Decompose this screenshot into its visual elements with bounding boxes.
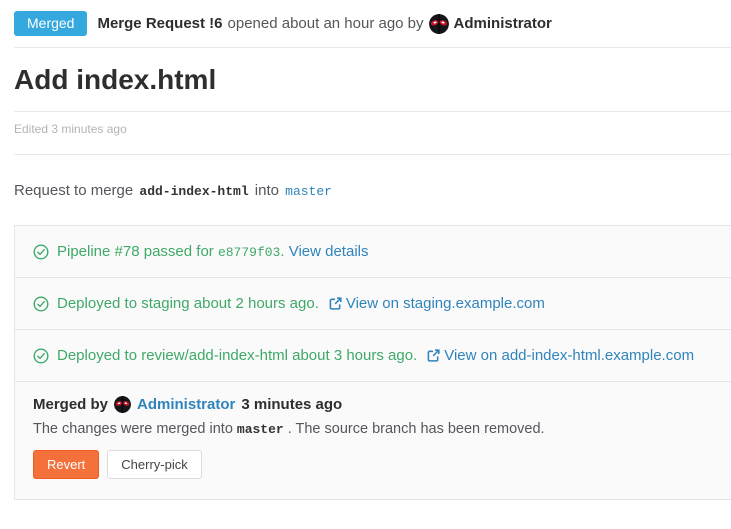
revert-button[interactable]: Revert (33, 450, 99, 479)
request-prefix: Request to merge (14, 182, 133, 199)
author-avatar-icon[interactable] (429, 14, 449, 34)
deploy-row-staging: Deployed to staging about 2 hours ago. V… (15, 278, 731, 330)
pipeline-sha: e8779f03 (218, 245, 280, 260)
cherry-pick-button[interactable]: Cherry-pick (107, 450, 201, 479)
pipeline-status-row: Pipeline #78 passed for e8779f03. View d… (15, 226, 731, 278)
author-name-link[interactable]: Administrator (454, 15, 552, 32)
mr-widget: Pipeline #78 passed for e8779f03. View d… (14, 225, 731, 500)
merged-time: 3 minutes ago (241, 396, 342, 413)
header-divider (14, 47, 731, 48)
external-link-icon (329, 297, 342, 310)
check-circle-icon (33, 296, 49, 312)
merge-request-page: Merged Merge Request !6 opened about an … (0, 0, 731, 500)
merged-body-text: The changes were merged intomaster. The … (33, 421, 713, 437)
mr-title: Add index.html (14, 63, 731, 97)
edited-divider (14, 154, 731, 155)
merged-by-line: Merged by Administrator 3 minutes ago (33, 396, 713, 413)
view-details-link[interactable]: View details (289, 243, 369, 260)
check-circle-icon (33, 244, 49, 260)
title-divider (14, 111, 731, 112)
opened-text: opened about an hour ago by (228, 15, 424, 32)
source-branch: add-index-html (139, 184, 248, 199)
check-circle-icon (33, 348, 49, 364)
into-text: into (255, 182, 279, 199)
merger-name-link[interactable]: Administrator (137, 396, 235, 413)
mr-header-text: Merge Request !6 opened about an hour ag… (97, 14, 551, 34)
mr-reference: Merge Request !6 (97, 15, 222, 32)
external-link-icon (427, 349, 440, 362)
merged-target-branch: master (237, 422, 284, 437)
edited-note: Edited 3 minutes ago (14, 122, 731, 136)
merged-actions: Revert Cherry-pick (33, 450, 713, 479)
request-to-merge-line: Request to merge add-index-html into mas… (14, 182, 731, 199)
view-environment-link[interactable]: View on add-index-html.example.com (444, 347, 694, 364)
pipeline-text: Pipeline #78 passed for e8779f03. View d… (57, 243, 369, 260)
merged-by-prefix: Merged by (33, 396, 108, 413)
status-badge: Merged (14, 11, 87, 36)
deploy-row-review: Deployed to review/add-index-html about … (15, 330, 731, 382)
mr-state-header: Merged Merge Request !6 opened about an … (14, 10, 731, 37)
target-branch-link[interactable]: master (285, 184, 332, 199)
view-environment-link[interactable]: View on staging.example.com (346, 295, 545, 312)
merger-avatar-icon[interactable] (114, 396, 131, 413)
merged-by-section: Merged by Administrator 3 minutes ago Th… (15, 382, 731, 499)
deploy-text: Deployed to review/add-index-html about … (57, 347, 417, 364)
deploy-text: Deployed to staging about 2 hours ago. (57, 295, 319, 312)
